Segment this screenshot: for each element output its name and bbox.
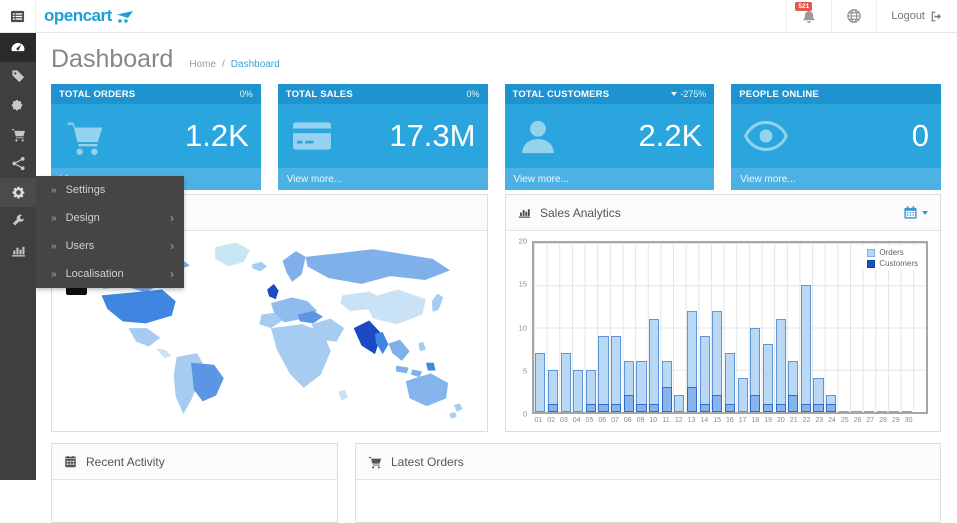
alerts-badge: 521 — [795, 2, 812, 11]
chart-legend: Orders Customers — [862, 246, 923, 270]
caret-down-icon — [671, 92, 677, 96]
view-more-link[interactable]: View more... — [505, 168, 715, 190]
sidebar-item-reports[interactable] — [0, 236, 36, 265]
submenu-item-settings[interactable]: » Settings — [36, 176, 184, 204]
system-submenu: » Settings » Design › » Users › » Locali… — [36, 176, 184, 288]
latest-orders-panel: Latest Orders — [355, 443, 941, 523]
reports-bar-chart-icon — [11, 243, 26, 258]
marketing-share-icon — [11, 156, 26, 171]
sales-analytics-header: Sales Analytics — [506, 195, 940, 231]
chevron-right-icon: › — [170, 211, 174, 225]
tile-label: PEOPLE ONLINE — [739, 89, 819, 100]
sidebar-nav — [0, 33, 36, 480]
legend-label-customers: Customers — [879, 259, 918, 268]
tile-total-sales: TOTAL SALES 0% 17.3M View more... — [278, 84, 488, 190]
tile-people-online: PEOPLE ONLINE 0 View more... — [731, 84, 941, 190]
tools-wrench-icon — [11, 214, 26, 229]
sidebar-toggle-button[interactable] — [0, 0, 36, 32]
menu-list-icon — [9, 9, 26, 24]
sales-analytics-panel: Sales Analytics 05101520 — [505, 194, 941, 432]
legend-swatch-orders — [867, 249, 875, 257]
date-range-dropdown[interactable] — [903, 205, 928, 220]
chevron-right-icon: › — [170, 267, 174, 281]
shopping-cart-icon — [368, 455, 382, 469]
system-gear-icon — [11, 185, 26, 200]
calendar-icon — [64, 455, 77, 468]
recent-activity-panel: Recent Activity — [51, 443, 338, 523]
sidebar-item-marketing[interactable] — [0, 149, 36, 178]
page-title: Dashboard — [51, 45, 173, 74]
logout-label: Logout — [891, 10, 925, 22]
sidebar-item-catalog[interactable] — [0, 62, 36, 91]
tile-total-orders: TOTAL ORDERS 0% 1.2K View more... — [51, 84, 261, 190]
view-more-link[interactable]: View more... — [731, 168, 941, 190]
caret-down-icon — [922, 211, 928, 215]
logout-button[interactable]: Logout — [876, 0, 957, 32]
tile-value: 2.2K — [638, 118, 702, 154]
header-spacer — [135, 0, 787, 32]
sales-analytics-title: Sales Analytics — [540, 206, 621, 220]
bar-chart-icon — [518, 206, 531, 219]
legend-label-orders: Orders — [879, 248, 903, 257]
page-header: Dashboard Home / Dashboard — [51, 39, 941, 84]
breadcrumb: Home / Dashboard — [189, 59, 279, 70]
shopping-cart-icon — [63, 116, 107, 156]
sales-cart-icon — [11, 127, 26, 142]
latest-orders-title: Latest Orders — [391, 455, 464, 469]
breadcrumb-home-link[interactable]: Home — [189, 59, 216, 70]
double-chevron-icon: » — [51, 241, 57, 252]
submenu-item-localisation[interactable]: » Localisation › — [36, 260, 184, 288]
submenu-item-users[interactable]: » Users › — [36, 232, 184, 260]
recent-activity-title: Recent Activity — [86, 455, 165, 469]
breadcrumb-separator: / — [222, 59, 225, 70]
legend-swatch-customers — [867, 260, 875, 268]
sidebar-item-extensions[interactable] — [0, 91, 36, 120]
breadcrumb-current-link[interactable]: Dashboard — [231, 59, 280, 70]
globe-icon — [846, 8, 862, 24]
credit-card-icon — [290, 117, 334, 155]
double-chevron-icon: » — [51, 213, 57, 224]
middle-panels-row: Sales Analytics 05101520 — [51, 194, 941, 432]
eye-icon — [743, 118, 789, 154]
extensions-puzzle-icon — [11, 98, 26, 113]
top-header: opencart 521 Logout — [0, 0, 957, 33]
dashboard-gauge-icon — [10, 40, 26, 56]
sidebar-item-system[interactable] — [0, 178, 36, 207]
chart-y-axis: 05101520 — [512, 241, 532, 414]
tile-total-customers: TOTAL CUSTOMERS -275% 2.2K View more... — [505, 84, 715, 190]
chart-plot-area: Orders Customers — [532, 241, 928, 414]
double-chevron-icon: » — [51, 269, 57, 280]
stat-tiles-row: TOTAL ORDERS 0% 1.2K View more... TOTAL … — [51, 84, 941, 190]
logo-text: opencart — [44, 6, 112, 26]
tile-delta: -275% — [680, 89, 706, 99]
tile-value: 0 — [912, 118, 929, 154]
tile-value: 17.3M — [389, 118, 475, 154]
submenu-item-design[interactable]: » Design › — [36, 204, 184, 232]
sign-out-icon — [930, 10, 943, 23]
opencart-arrow-icon — [115, 8, 135, 24]
opencart-logo[interactable]: opencart — [36, 0, 135, 32]
tile-label: TOTAL SALES — [286, 89, 353, 100]
double-chevron-icon: » — [51, 185, 57, 196]
sidebar-item-dashboard[interactable] — [0, 33, 36, 62]
bottom-panels-row: Recent Activity Latest Orders — [51, 443, 941, 523]
alerts-button[interactable]: 521 — [786, 0, 831, 32]
chart-x-axis: 0102030405060708091011121314151617181920… — [532, 414, 928, 430]
language-button[interactable] — [831, 0, 876, 32]
chevron-right-icon: › — [170, 239, 174, 253]
tile-label: TOTAL ORDERS — [59, 89, 135, 100]
sidebar-item-tools[interactable] — [0, 207, 36, 236]
calendar-icon — [903, 205, 918, 220]
sidebar-item-sales[interactable] — [0, 120, 36, 149]
tile-delta: 0% — [466, 89, 479, 99]
sales-analytics-chart: 05101520 Orders Customers — [506, 231, 940, 432]
tile-label: TOTAL CUSTOMERS — [513, 89, 610, 100]
tile-delta: 0% — [240, 89, 253, 99]
catalog-tag-icon — [11, 69, 26, 84]
user-icon — [517, 116, 559, 156]
tile-value: 1.2K — [185, 118, 249, 154]
view-more-link[interactable]: View more... — [278, 168, 488, 190]
